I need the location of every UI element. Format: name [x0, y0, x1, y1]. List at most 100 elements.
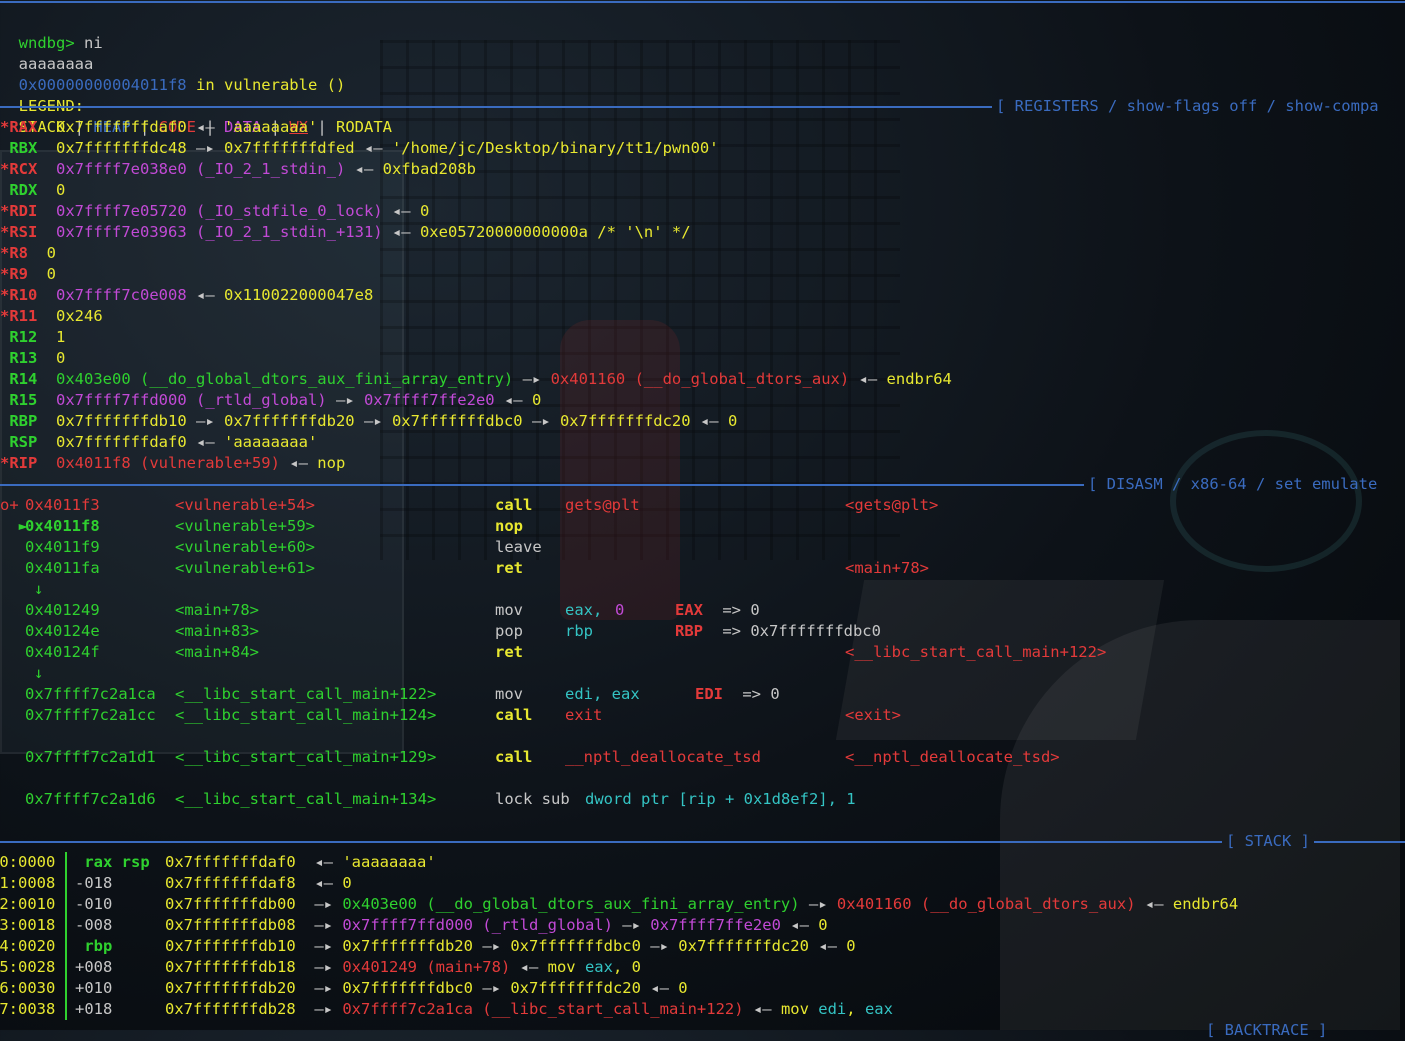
instruction-operand: edi, eax	[565, 685, 640, 703]
stack-chain-part: —▸	[472, 979, 511, 997]
register-name: R14	[0, 370, 38, 388]
register-value: 0x7fffffffdc20	[559, 412, 691, 430]
register-row: *RDI 0x7ffff7e05720 (_IO_stdfile_0_lock)…	[0, 201, 429, 222]
stack-chain-part: 0x401249 (main+78)	[342, 958, 511, 976]
pointer-arrow: —▸	[513, 370, 551, 388]
stack-chain-part: edi	[818, 1000, 847, 1018]
stack-chain-part: —▸	[799, 895, 837, 913]
legend-rodata: RODATA	[336, 118, 392, 136]
register-value: 0x401160	[550, 370, 626, 388]
register-value: 0	[56, 181, 66, 199]
register-value: (__do_global_dtors_aux_fini_array_entry)	[130, 370, 514, 388]
stack-chain-part: ,	[612, 958, 632, 976]
stack-offset: rbp	[75, 937, 150, 955]
stack-address: 0x7fffffffdb10	[165, 937, 296, 955]
stack-chain-part: —▸	[305, 895, 343, 913]
instruction-mnemonic: lock sub	[495, 790, 570, 808]
stack-chain: —▸ 0x401249 (main+78) ◂— mov eax, 0	[305, 957, 641, 978]
register-name: *R11	[0, 307, 38, 325]
stack-chain-part: 0	[342, 874, 352, 892]
register-value: 0x7fffffffdb20	[223, 412, 355, 430]
register-row: RDX 0	[0, 180, 65, 201]
stack-chain-part: mov	[780, 1000, 819, 1018]
legend-line: LEGEND: STACK | HEAP | CODE | DATA | WX …	[0, 75, 392, 136]
disasm-section-label: [ DISASM / x86-64 / set emulate	[1088, 475, 1378, 493]
register-name: *R10	[0, 286, 38, 304]
instruction-symbol: <main+84>	[175, 643, 259, 661]
stack-chain-part: —▸	[612, 916, 651, 934]
pointer-arrow: ◂—	[849, 370, 887, 388]
register-value: 0x7fffffffdc48	[56, 139, 187, 157]
instruction-mnemonic: ret	[495, 559, 523, 577]
instruction-symbol: <__libc_start_call_main+122>	[175, 685, 437, 703]
prompt-line[interactable]: wndbg> ni	[0, 12, 103, 52]
register-row: *RCX 0x7ffff7e038e0 (_IO_2_1_stdin_) ◂— …	[0, 159, 476, 180]
stack-row: 04:0020 rbp 0x7fffffffdb10 —▸ 0x7fffffff…	[0, 936, 1405, 957]
stack-chain: —▸ 0x7fffffffdb20 —▸ 0x7fffffffdbc0 —▸ 0…	[305, 936, 856, 957]
register-value: 0	[46, 265, 57, 283]
register-value: 0	[727, 412, 738, 430]
disasm-row: 0x4011f9 <vulnerable+60> leave	[0, 537, 1405, 558]
register-name: RBP	[0, 412, 38, 430]
pointer-arrow: ◂—	[382, 202, 420, 220]
stack-row: 07:0038 +018 0x7fffffffdb28 —▸ 0x7ffff7c2…	[0, 999, 1405, 1020]
stack-divider	[65, 894, 67, 915]
stack-divider	[65, 873, 67, 894]
emulated-register: RBP	[675, 622, 703, 640]
call-target: <exit>	[845, 706, 901, 724]
stack-row: 01:0008 -018 0x7fffffffdaf8 ◂— 0	[0, 873, 1405, 894]
register-value: 0	[531, 391, 542, 409]
disasm-row: 0x7ffff7c2a1ca <__libc_start_call_main+12…	[0, 684, 1405, 705]
instruction-address: 0x7ffff7c2a1d6	[25, 790, 156, 808]
instruction-mnemonic: pop	[495, 622, 523, 640]
instruction-address: 0x40124e	[25, 622, 100, 640]
stack-divider	[65, 999, 67, 1020]
register-row: *RSI 0x7ffff7e03963 (_IO_2_1_stdin_+131)…	[0, 222, 691, 243]
stack-chain: —▸ 0x7ffff7ffd000 (_rtld_global) —▸ 0x7f…	[305, 915, 827, 936]
stack-chain-part: —▸	[305, 937, 343, 955]
stack-chain-part: ◂—	[780, 916, 819, 934]
instruction-symbol: <main+83>	[175, 622, 259, 640]
stack-chain-part: —▸	[305, 958, 343, 976]
register-value: endbr64	[886, 370, 952, 388]
down-arrow-icon: ↓	[34, 664, 44, 682]
instruction-address: 0x4011f8	[25, 517, 100, 535]
input-echo-line: aaaaaaaa	[0, 33, 94, 73]
top-border	[0, 1, 1405, 3]
stack-chain-part: 0x7ffff7c2a1ca (__libc_start_call_main+1…	[342, 1000, 744, 1018]
register-row: *R10 0x7ffff7c0e008 ◂— 0x110022000047e8	[0, 285, 373, 306]
disasm-rule	[0, 484, 1084, 486]
instruction-operand: exit	[565, 706, 603, 724]
register-value: (__do_global_dtors_aux)	[625, 370, 850, 388]
stack-chain-part: 0x7ffff7ffe2e0	[650, 916, 781, 934]
stack-address: 0x7fffffffdb18	[165, 958, 296, 976]
down-arrow-icon: ↓	[34, 580, 44, 598]
stack-chain-part: 0x403e00 (__do_global_dtors_aux_fini_arr…	[342, 895, 800, 913]
stack-chain-part: 0x401160 (__do_global_dtors_aux)	[836, 895, 1136, 913]
register-name: *RAX	[0, 118, 38, 136]
disasm-row: 0x7ffff7c2a1d6 <__libc_start_call_main+13…	[0, 789, 1405, 810]
stack-offset: +010	[75, 979, 150, 997]
emulated-value: => 0	[733, 685, 780, 703]
register-name: RDX	[0, 181, 38, 199]
register-value: 0	[419, 202, 430, 220]
stack-offset: -008	[75, 916, 150, 934]
stack-chain-part: 0	[678, 979, 688, 997]
stack-index: 07:0038	[0, 1000, 56, 1018]
stack-offset: -018	[75, 874, 150, 892]
register-row: R13 0	[0, 348, 65, 369]
register-value: 0xe05720000000000a /* '\n' */	[419, 223, 691, 241]
stack-address: 0x7fffffffdaf0	[165, 853, 296, 871]
stack-chain: ◂— 0	[305, 873, 352, 894]
pointer-arrow: ◂—	[186, 118, 224, 136]
stack-chain-part: 0	[846, 937, 856, 955]
wallpaper-grid	[380, 40, 900, 560]
instruction-mnemonic: mov	[495, 685, 523, 703]
disasm-row: 0x7ffff7c2a1d1 <__libc_start_call_main+12…	[0, 747, 1405, 768]
instruction-operand: __nptl_deallocate_tsd	[565, 748, 761, 766]
pointer-arrow: ◂—	[494, 391, 532, 409]
register-name: R15	[0, 391, 38, 409]
stack-chain-part: ◂—	[305, 853, 343, 871]
stack-address: 0x7fffffffdb28	[165, 1000, 296, 1018]
